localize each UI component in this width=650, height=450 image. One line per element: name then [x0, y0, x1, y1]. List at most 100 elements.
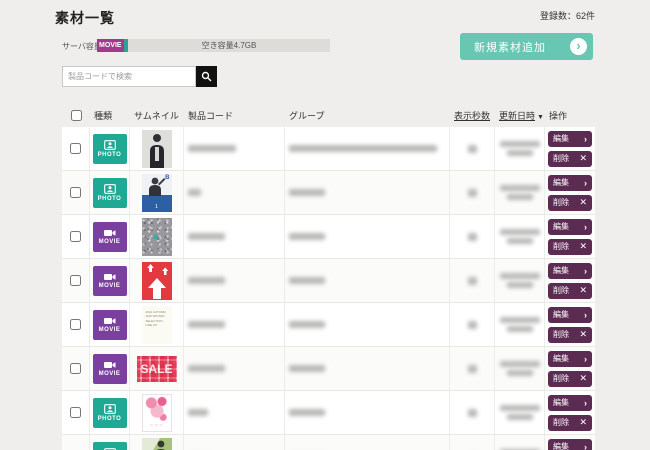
- edit-button[interactable]: 編集›: [548, 131, 592, 147]
- type-badge-movie: MOVIE: [93, 310, 127, 340]
- redacted-date: [500, 141, 540, 147]
- search-input[interactable]: [62, 66, 196, 87]
- up-arrows-icon: [142, 262, 172, 300]
- edit-button[interactable]: 編集›: [548, 263, 592, 279]
- redacted-date: [500, 405, 540, 411]
- chevron-right-icon: ›: [584, 398, 587, 408]
- photo-icon: [104, 404, 116, 414]
- redacted-group: [289, 321, 325, 328]
- search-bar: [62, 66, 217, 87]
- redacted-group: [289, 409, 325, 416]
- delete-button[interactable]: 削除✕: [548, 415, 592, 431]
- type-badge-photo: PHOTO: [93, 178, 127, 208]
- row-checkbox[interactable]: [70, 143, 81, 154]
- person-photo-icon: [142, 438, 172, 450]
- type-badge-movie: MOVIE: [93, 266, 127, 296]
- edit-button[interactable]: 編集›: [548, 307, 592, 323]
- close-icon: ✕: [579, 241, 587, 252]
- delete-button[interactable]: 削除✕: [548, 371, 592, 387]
- edit-button[interactable]: 編集›: [548, 219, 592, 235]
- redacted-product-code: [188, 409, 208, 416]
- header-updated[interactable]: 更新日時▼: [495, 109, 545, 122]
- redacted-time: [507, 370, 533, 376]
- sale-text: SALE: [140, 362, 172, 376]
- thumbnail[interactable]: 2012 AUTUMN AND WINTER SELECTION LINE UP: [142, 306, 172, 344]
- redacted-date: [500, 361, 540, 367]
- materials-table: PHOTO 編集› 削除✕ PHOTO B 1 編集› 削除✕: [62, 127, 595, 450]
- thumbnail[interactable]: [142, 218, 172, 256]
- delete-button[interactable]: 削除✕: [548, 283, 592, 299]
- add-material-label: 新規素材追加: [474, 39, 546, 55]
- redacted-time: [507, 150, 533, 156]
- edit-button[interactable]: 編集›: [548, 395, 592, 411]
- photo-icon: [104, 184, 116, 194]
- delete-button[interactable]: 削除✕: [548, 151, 592, 167]
- table-row: PHOTO 編集› 削除✕: [62, 435, 595, 450]
- row-checkbox[interactable]: [70, 275, 81, 286]
- redacted-seconds: [468, 321, 477, 329]
- header-type: 種類: [90, 109, 130, 122]
- chevron-right-icon: ›: [584, 354, 587, 364]
- redacted-product-code: [188, 145, 236, 152]
- thumbnail[interactable]: SALE: [137, 356, 177, 382]
- person-photo-icon: [142, 130, 172, 168]
- row-checkbox[interactable]: [70, 363, 81, 374]
- thumbnail[interactable]: ♡ ♡ ♡: [142, 394, 172, 432]
- arrow-right-icon: ›: [570, 38, 587, 55]
- thumbnail[interactable]: [142, 262, 172, 300]
- redacted-date: [500, 317, 540, 323]
- redacted-seconds: [468, 233, 477, 241]
- select-all-checkbox[interactable]: [71, 110, 82, 121]
- redacted-product-code: [188, 365, 225, 372]
- redacted-date: [500, 185, 540, 191]
- table-row: PHOTO 編集› 削除✕: [62, 127, 595, 171]
- photo-icon: [104, 140, 116, 150]
- add-material-button[interactable]: 新規素材追加 ›: [460, 33, 593, 60]
- search-button[interactable]: [196, 66, 217, 87]
- movie-camera-icon: [104, 229, 116, 237]
- delete-button[interactable]: 削除✕: [548, 239, 592, 255]
- redacted-seconds: [468, 409, 477, 417]
- redacted-date: [500, 229, 540, 235]
- chevron-right-icon: ›: [584, 222, 587, 232]
- chevron-right-icon: ›: [584, 178, 587, 188]
- thumbnail[interactable]: [142, 438, 172, 450]
- header-thumbnail: サムネイル: [130, 109, 184, 122]
- edit-button[interactable]: 編集›: [548, 351, 592, 367]
- thumbnail[interactable]: [142, 130, 172, 168]
- edit-button[interactable]: 編集›: [548, 439, 592, 450]
- row-checkbox[interactable]: [70, 407, 81, 418]
- registered-count: 登録数：62件: [540, 9, 595, 22]
- table-row: MOVIE 2012 AUTUMN AND WINTER SELECTION L…: [62, 303, 595, 347]
- close-icon: ✕: [579, 373, 587, 384]
- redacted-time: [507, 238, 533, 244]
- redacted-time: [507, 414, 533, 420]
- redacted-product-code: [188, 321, 225, 328]
- delete-button[interactable]: 削除✕: [548, 327, 592, 343]
- search-icon: [201, 71, 212, 82]
- delete-button[interactable]: 削除✕: [548, 195, 592, 211]
- type-badge-photo: PHOTO: [93, 442, 127, 450]
- type-badge-movie: MOVIE: [93, 354, 127, 384]
- header-seconds[interactable]: 表示秒数: [450, 109, 495, 122]
- close-icon: ✕: [579, 153, 587, 164]
- table-row: MOVIE SALE 編集› 削除✕: [62, 347, 595, 391]
- page-title: 素材一覧: [55, 8, 115, 28]
- row-checkbox[interactable]: [70, 319, 81, 330]
- sort-desc-icon: ▼: [537, 114, 544, 121]
- thumbnail[interactable]: B 1: [142, 174, 172, 212]
- row-checkbox[interactable]: [70, 231, 81, 242]
- table-row: MOVIE 編集› 削除✕: [62, 259, 595, 303]
- chevron-right-icon: ›: [584, 442, 587, 450]
- redacted-group: [289, 277, 325, 284]
- redacted-seconds: [468, 277, 477, 285]
- row-checkbox[interactable]: [70, 187, 81, 198]
- table-header: 種類 サムネイル 製品コード グループ 表示秒数 更新日時▼ 操作: [62, 104, 595, 127]
- header-group: グループ: [285, 109, 450, 122]
- redacted-product-code: [188, 189, 201, 196]
- edit-button[interactable]: 編集›: [548, 175, 592, 191]
- redacted-time: [507, 194, 533, 200]
- person-photo-icon: [142, 174, 172, 196]
- movie-camera-icon: [104, 273, 116, 281]
- header-actions: 操作: [545, 109, 595, 122]
